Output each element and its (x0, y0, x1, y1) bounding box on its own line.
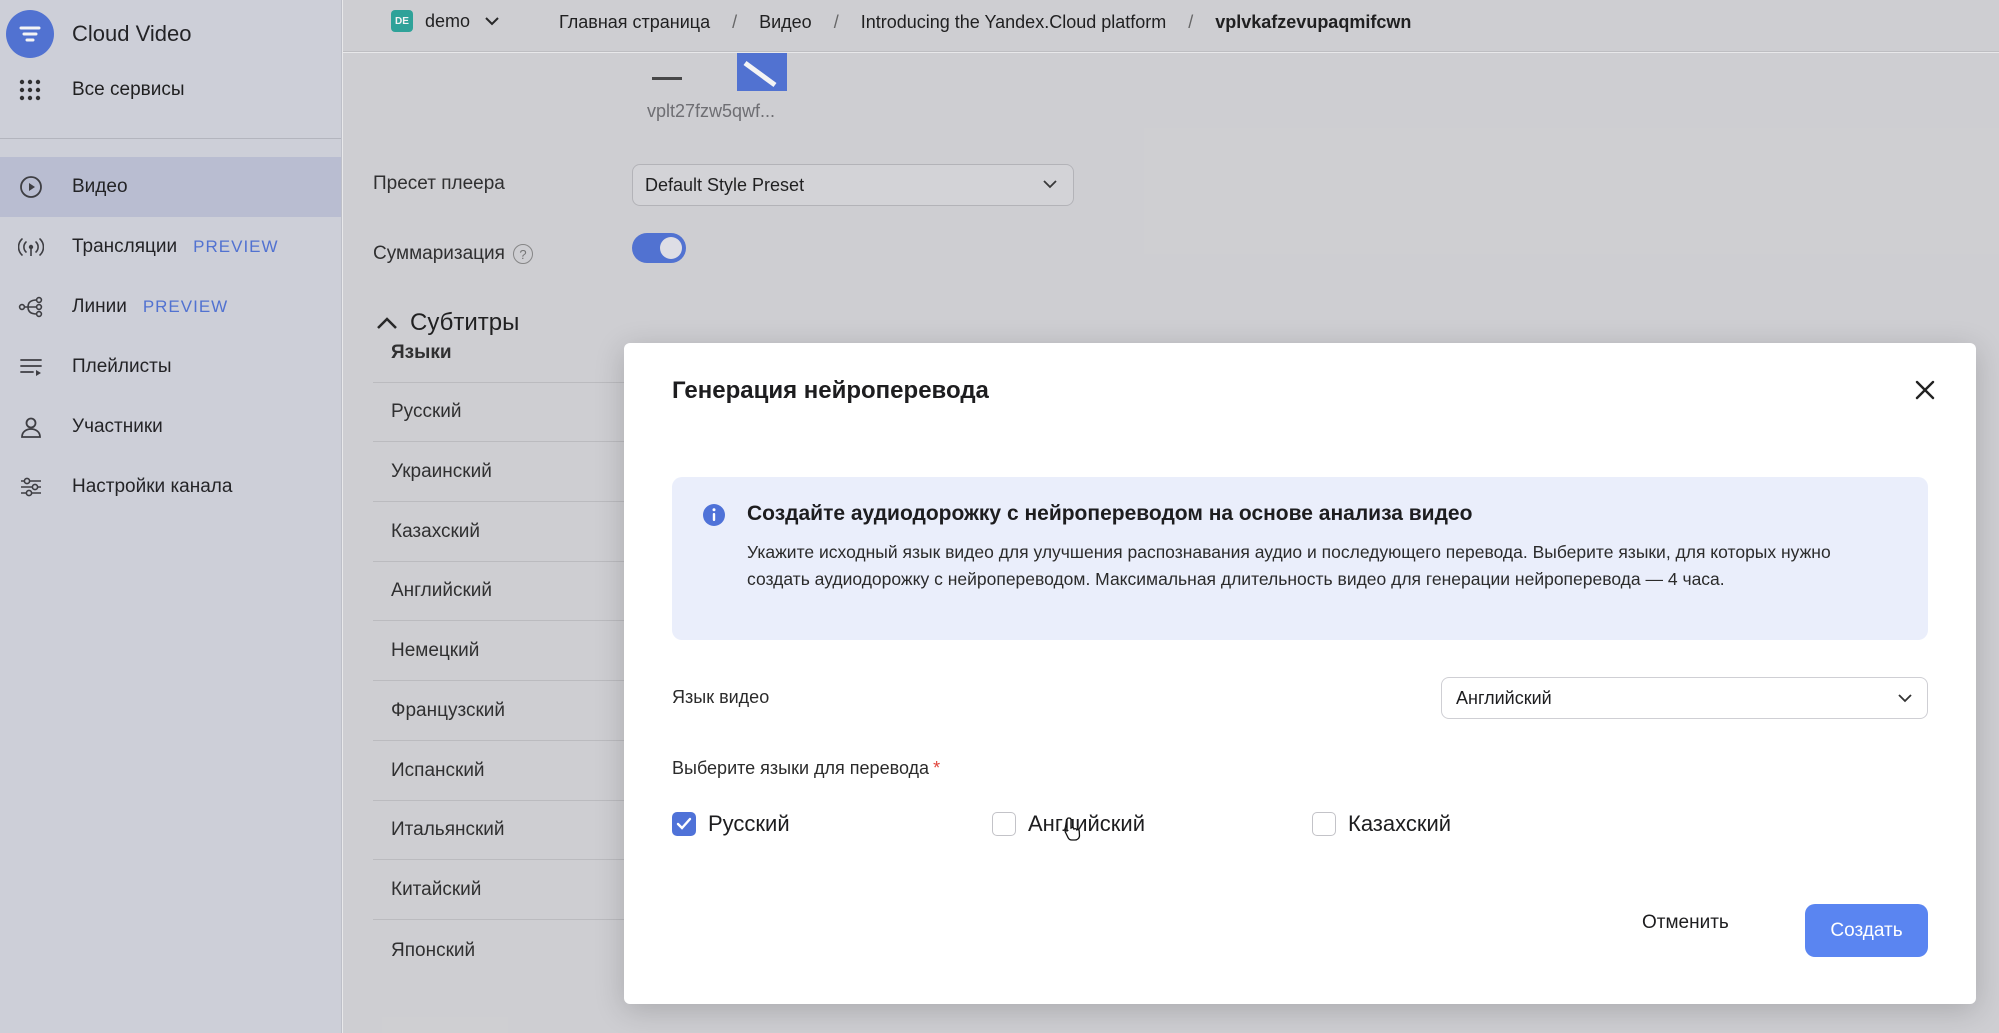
required-mark: * (933, 758, 941, 778)
checkbox[interactable] (1312, 812, 1336, 836)
video-language-select[interactable]: Английский (1441, 677, 1928, 719)
hand-cursor-icon (1064, 817, 1081, 841)
video-language-value: Английский (1456, 687, 1552, 708)
check-icon (676, 817, 692, 830)
video-language-label: Язык видео (672, 687, 770, 707)
checkbox[interactable] (992, 812, 1016, 836)
checkbox-kazakh[interactable]: Казахский (1312, 811, 1451, 837)
dialog-title: Генерация нейроперевода (672, 377, 989, 404)
info-callout: Создайте аудиодорожку с нейропереводом н… (672, 477, 1928, 640)
cancel-button[interactable]: Отменить (1624, 897, 1747, 949)
info-icon (703, 504, 725, 526)
translate-languages-label: Выберите языки для перевода * (672, 758, 940, 779)
chevron-down-icon (1898, 694, 1912, 703)
create-button[interactable]: Создать (1805, 904, 1928, 957)
checkbox-label: Английский (1028, 811, 1145, 836)
info-title: Создайте аудиодорожку с нейропереводом н… (747, 502, 1473, 525)
checkbox-label: Казахский (1348, 811, 1452, 836)
close-icon (1915, 380, 1935, 400)
translate-languages-text: Выберите языки для перевода (672, 758, 930, 778)
close-button[interactable] (1912, 377, 1938, 403)
checkbox-label: Русский (708, 811, 790, 836)
info-text: Укажите исходный язык видео для улучшени… (747, 542, 1831, 589)
checkbox[interactable] (672, 812, 696, 836)
checkbox-russian[interactable]: Русский (672, 811, 790, 837)
translation-dialog: Генерация нейроперевода Создайте аудиодо… (624, 343, 1976, 1004)
